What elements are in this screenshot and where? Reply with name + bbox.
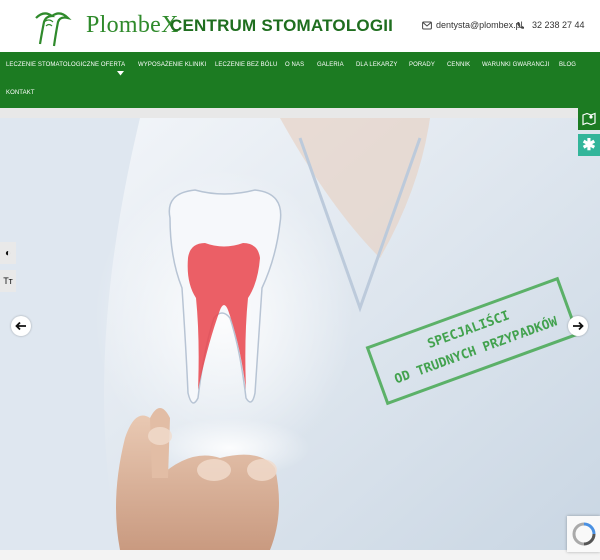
arrow-right-icon: [573, 321, 584, 331]
contact-email[interactable]: dentysta@plombex.pl: [422, 20, 523, 30]
nav-item-dla-lekarzy[interactable]: DLA LEKARZY: [356, 62, 397, 68]
hero-slider: SPECJALIŚCI OD TRUDNYCH PRZYPADKÓW ◐ Tт: [0, 118, 600, 550]
contact-phone[interactable]: 32 238 27 44: [516, 20, 585, 30]
text-size-icon: Tт: [3, 276, 13, 286]
slider-prev-button[interactable]: [11, 316, 31, 336]
email-text: dentysta@plombex.pl: [436, 20, 523, 30]
logo[interactable]: PlombeX: [26, 4, 178, 48]
map-icon: [582, 112, 596, 126]
nav-item-blog[interactable]: BLOG: [559, 62, 576, 68]
booksy-button[interactable]: ✱: [578, 134, 600, 156]
contrast-icon: ◐: [4, 247, 12, 259]
nav-item-o-nas[interactable]: O NAS: [285, 62, 304, 68]
recaptcha-badge[interactable]: [567, 516, 600, 552]
map-button[interactable]: [578, 108, 600, 130]
arrow-left-icon: [15, 321, 26, 331]
phone-text: 32 238 27 44: [532, 20, 585, 30]
nav-item-kontakt[interactable]: KONTAKT: [6, 90, 35, 96]
nav-item-gwarancja[interactable]: WARUNKI GWARANCJI: [482, 62, 549, 68]
contrast-toggle[interactable]: ◐: [0, 242, 16, 264]
nav-item-wyposazenie[interactable]: WYPOSAŻENIE KLINIKI: [138, 62, 206, 68]
logo-text: PlombeX: [86, 12, 179, 38]
nav-item-cennik[interactable]: CENNIK: [447, 62, 470, 68]
phone-icon: [517, 21, 524, 29]
asterisk-icon: ✱: [582, 137, 596, 154]
caret-down-icon[interactable]: [117, 63, 124, 81]
recaptcha-icon: [572, 522, 596, 546]
nav-separator: [0, 108, 600, 118]
text-size-toggle[interactable]: Tт: [0, 270, 16, 292]
nav-item-bez-bolu[interactable]: LECZENIE BEZ BÓLU: [215, 62, 277, 68]
nav-item-leczenie-oferta[interactable]: LECZENIE STOMATOLOGICZNE OFERTA: [6, 62, 125, 68]
slider-next-button[interactable]: [568, 316, 588, 336]
hero-bottom-strip: [0, 550, 600, 560]
nav-item-galeria[interactable]: GALERIA: [317, 62, 344, 68]
site-header: PlombeX CENTRUM STOMATOLOGII dentysta@pl…: [0, 0, 600, 52]
main-navigation: LECZENIE STOMATOLOGICZNE OFERTA WYPOSAŻE…: [0, 52, 600, 108]
envelope-icon: [422, 21, 432, 29]
tooth-logo-icon: [35, 12, 72, 47]
nav-item-porady[interactable]: PORADY: [409, 62, 435, 68]
page-title: CENTRUM STOMATOLOGII: [170, 16, 394, 35]
